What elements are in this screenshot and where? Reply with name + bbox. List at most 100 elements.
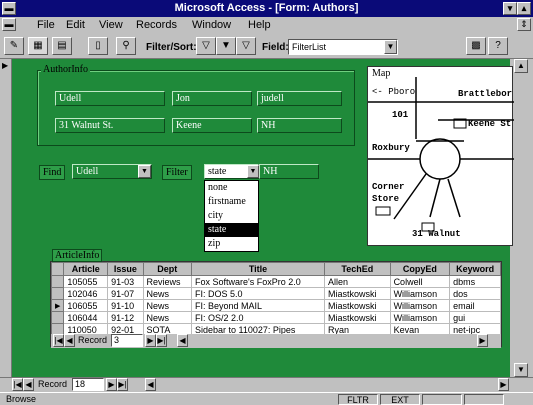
cell-copyed[interactable]: Williamson [389, 287, 451, 300]
map-place-left: <- Pboro [372, 87, 416, 97]
menu-edit[interactable]: Edit [66, 19, 85, 31]
help-icon[interactable]: ? [488, 37, 508, 55]
filter-option-selected[interactable]: state [205, 223, 258, 237]
find-binoculars-icon[interactable]: ⚲ [116, 37, 136, 55]
subform-scroll-left-icon[interactable]: ◀ [177, 334, 188, 347]
cell-issue[interactable]: 91-03 [107, 275, 144, 288]
cell-dept[interactable]: News [142, 287, 192, 300]
chevron-down-icon[interactable]: ▼ [384, 40, 397, 54]
cell-keyword[interactable]: dos [449, 287, 501, 300]
address-field[interactable]: 31 Walnut St. [55, 118, 165, 133]
print-preview-icon[interactable]: ▯ [88, 37, 108, 55]
main-last-record-icon[interactable]: ▶| [117, 378, 128, 391]
table-row-current[interactable]: ▶ 106055 91-10 News FI: Beyond MAIL Mias… [50, 299, 501, 312]
design-view-icon[interactable]: ✎ [4, 37, 24, 55]
row-selector[interactable] [50, 275, 65, 288]
cell-copyed[interactable]: Williamson [389, 299, 451, 312]
main-first-record-icon[interactable]: |◀ [12, 378, 23, 391]
table-row[interactable]: 102046 91-07 News FI: DOS 5.0 Miastkowsk… [50, 287, 501, 300]
toolbar: ✎ ▦ ▤ ▯ ⚲ Filter/Sort: ▽ ▼ ▽ Field: Filt… [0, 33, 533, 59]
cell-teched[interactable]: Miastkowski [324, 287, 391, 300]
cell-article[interactable]: 102046 [63, 287, 109, 300]
form-view-icon[interactable]: ▦ [28, 37, 48, 55]
document-menu-icon[interactable]: ▬ [2, 18, 16, 31]
cell-teched[interactable]: Miastkowski [324, 299, 391, 312]
menu-window[interactable]: Window [192, 19, 231, 31]
current-row-pointer-icon[interactable]: ▶ [50, 299, 65, 312]
cell-title[interactable]: FI: Beyond MAIL [190, 299, 326, 312]
state-field[interactable]: NH [257, 118, 342, 133]
first-name-field[interactable]: Jon [172, 91, 252, 106]
datasheet-view-icon[interactable]: ▤ [52, 37, 72, 55]
cell-keyword[interactable]: email [449, 299, 501, 312]
cell-dept[interactable]: News [142, 311, 192, 324]
scroll-down-icon[interactable]: ▼ [514, 363, 528, 377]
scroll-up-icon[interactable]: ▲ [514, 59, 528, 73]
find-label: Find [39, 165, 66, 180]
row-selector[interactable] [50, 287, 65, 300]
column-header[interactable]: CopyEd [389, 262, 451, 276]
cell-title[interactable]: FI: DOS 5.0 [190, 287, 326, 300]
cell-title[interactable]: Fox Software's FoxPro 2.0 [190, 275, 326, 288]
main-record-number[interactable]: 18 [72, 378, 104, 391]
menu-file[interactable]: File [37, 19, 55, 31]
column-header[interactable]: Issue [107, 262, 144, 276]
subform-scroll-right-icon[interactable]: ▶ [477, 334, 488, 347]
filter-option[interactable]: firstname [205, 195, 258, 209]
filter-option[interactable]: city [205, 209, 258, 223]
database-window-icon[interactable]: ▩ [466, 37, 486, 55]
column-header[interactable]: Article [63, 262, 109, 276]
login-field[interactable]: judell [257, 91, 342, 106]
table-row[interactable]: 105055 91-03 Reviews Fox Software's FoxP… [50, 275, 501, 288]
subform-record-number[interactable]: 3 [111, 334, 143, 347]
filter-dropdown-icon[interactable]: ▼ [247, 165, 259, 178]
author-info-label: AuthorInfo [41, 64, 90, 75]
menu-view[interactable]: View [99, 19, 123, 31]
filter-option[interactable]: zip [205, 237, 258, 251]
cell-article[interactable]: 106044 [63, 311, 109, 324]
show-all-records-icon[interactable]: ▽ [236, 37, 256, 55]
cell-teched[interactable]: Allen [324, 275, 391, 288]
apply-filter-icon[interactable]: ▼ [216, 37, 236, 55]
first-record-icon[interactable]: |◀ [53, 334, 64, 347]
filter-option[interactable]: none [205, 181, 258, 195]
row-selector[interactable] [50, 311, 65, 324]
next-record-icon[interactable]: ▶ [145, 334, 156, 347]
maximize-icon[interactable]: ▴ [517, 2, 531, 15]
cell-issue[interactable]: 91-07 [107, 287, 144, 300]
previous-record-icon[interactable]: ◀ [64, 334, 75, 347]
menu-help[interactable]: Help [248, 19, 271, 31]
cell-dept[interactable]: Reviews [142, 275, 192, 288]
column-header[interactable]: Keyword [449, 262, 501, 276]
cell-issue[interactable]: 91-12 [107, 311, 144, 324]
cell-article[interactable]: 105055 [63, 275, 109, 288]
cell-copyed[interactable]: Williamson [389, 311, 451, 324]
main-next-record-icon[interactable]: ▶ [106, 378, 117, 391]
filter-text-field[interactable]: NH [259, 164, 319, 179]
cell-keyword[interactable]: dbms [449, 275, 501, 288]
cell-issue[interactable]: 91-10 [107, 299, 144, 312]
cell-copyed[interactable]: Colwell [389, 275, 451, 288]
menu-records[interactable]: Records [136, 19, 177, 31]
edit-filter-icon[interactable]: ▽ [196, 37, 216, 55]
cell-dept[interactable]: News [142, 299, 192, 312]
map-place-right: Brattlebor [458, 89, 513, 99]
restore-icon[interactable]: ⇕ [517, 18, 531, 31]
last-name-field[interactable]: Udell [55, 91, 165, 106]
cell-keyword[interactable]: gui [449, 311, 501, 324]
column-header[interactable]: TechEd [324, 262, 391, 276]
main-previous-record-icon[interactable]: ◀ [23, 378, 34, 391]
column-header[interactable]: Dept [142, 262, 192, 276]
minimize-icon[interactable]: ▾ [503, 2, 517, 15]
table-row[interactable]: 106044 91-12 News FI: OS/2 2.0 Miastkows… [50, 311, 501, 324]
cell-article[interactable]: 106055 [63, 299, 109, 312]
cell-teched[interactable]: Miastkowski [324, 311, 391, 324]
column-header[interactable]: Title [190, 262, 326, 276]
cell-title[interactable]: FI: OS/2 2.0 [190, 311, 326, 324]
main-scroll-left-icon[interactable]: ◀ [145, 378, 156, 391]
last-record-icon[interactable]: ▶| [156, 334, 167, 347]
main-scroll-right-icon[interactable]: ▶ [498, 378, 509, 391]
field-selector[interactable]: FilterList ▼ [288, 39, 398, 55]
find-dropdown-icon[interactable]: ▼ [138, 165, 151, 178]
city-field[interactable]: Keene [172, 118, 252, 133]
